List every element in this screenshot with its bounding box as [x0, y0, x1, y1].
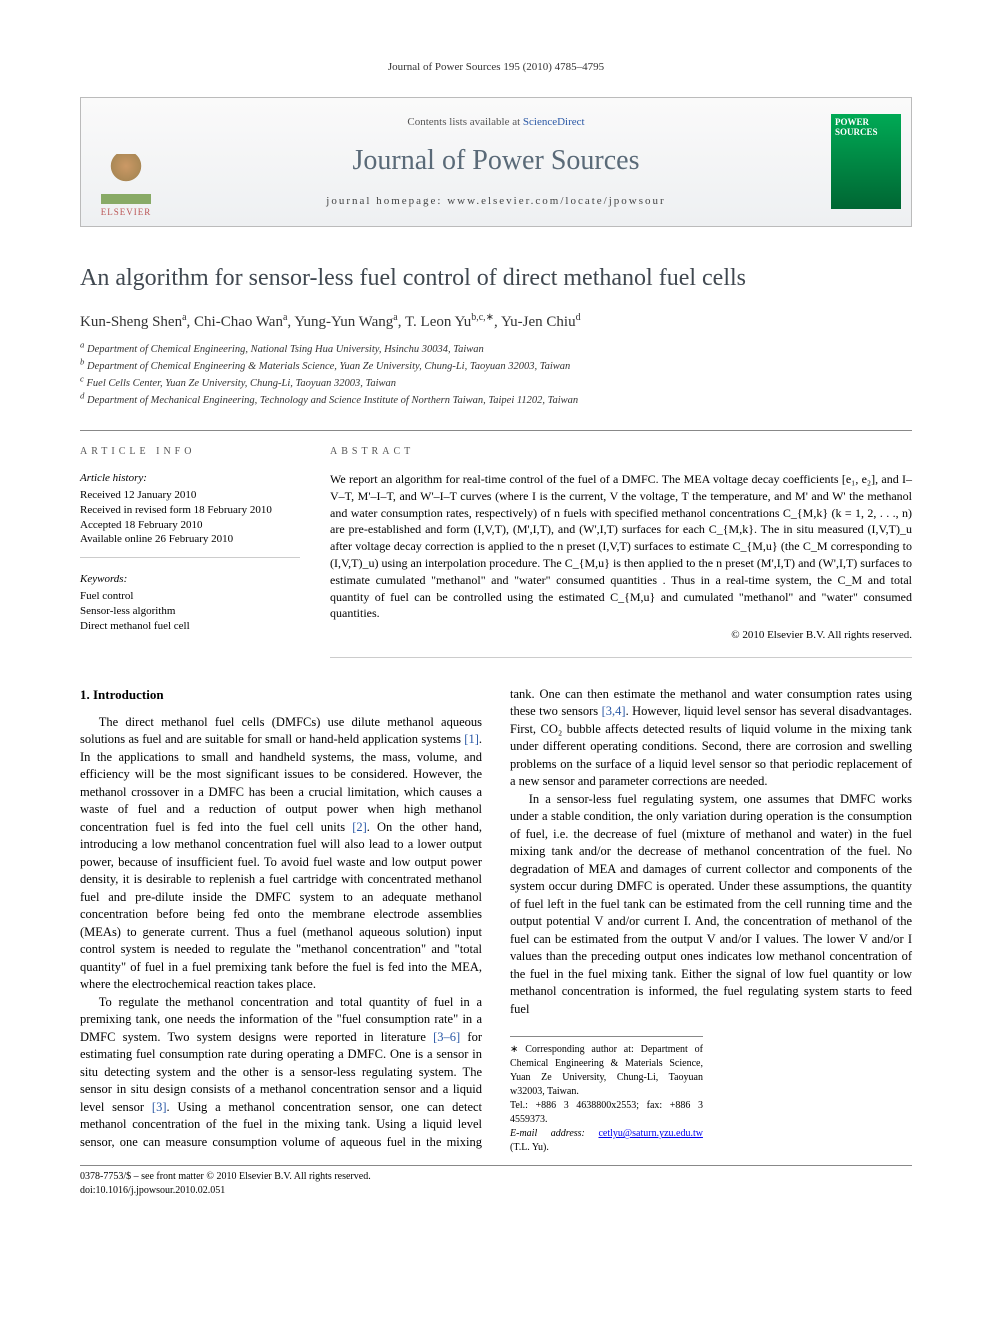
- publisher-logo-area: ELSEVIER: [81, 98, 171, 226]
- journal-name: Journal of Power Sources: [353, 142, 640, 180]
- article-info-heading: ARTICLE INFO: [80, 445, 300, 459]
- keyword-item: Fuel control: [80, 589, 300, 604]
- affiliation-item: c Fuel Cells Center, Yuan Ze University,…: [80, 376, 912, 392]
- journal-homepage-link[interactable]: journal homepage: www.elsevier.com/locat…: [326, 194, 665, 209]
- affiliation-list: a Department of Chemical Engineering, Na…: [80, 342, 912, 408]
- article-title: An algorithm for sensor-less fuel contro…: [80, 262, 912, 294]
- abstract-column: ABSTRACT We report an algorithm for real…: [330, 445, 912, 657]
- contents-available-line: Contents lists available at ScienceDirec…: [407, 115, 584, 130]
- history-line: Accepted 18 February 2010: [80, 518, 300, 533]
- citation-link[interactable]: [1]: [464, 732, 479, 746]
- article-history-block: Article history: Received 12 January 201…: [80, 471, 300, 558]
- journal-cover-thumbnail: POWER SOURCES: [831, 114, 901, 209]
- corr-email-link[interactable]: cetlyu@saturn.yzu.edu.tw: [598, 1128, 702, 1139]
- keyword-item: Direct methanol fuel cell: [80, 619, 300, 634]
- keywords-label: Keywords:: [80, 572, 300, 587]
- intro-paragraph-1: The direct methanol fuel cells (DMFCs) u…: [80, 714, 482, 994]
- body-text-columns: 1. Introduction The direct methanol fuel…: [80, 686, 912, 1156]
- citation-link[interactable]: [3–6]: [433, 1030, 460, 1044]
- article-info-column: ARTICLE INFO Article history: Received 1…: [80, 445, 300, 657]
- elsevier-logo: ELSEVIER: [91, 138, 161, 218]
- history-label: Article history:: [80, 471, 300, 486]
- abstract-body: We report an algorithm for real-time con…: [330, 471, 912, 622]
- contents-prefix: Contents lists available at: [407, 116, 522, 128]
- corr-tel-line: Tel.: +886 3 4638800x2553; fax: +886 3 4…: [510, 1099, 703, 1127]
- journal-banner: ELSEVIER Contents lists available at Sci…: [80, 97, 912, 227]
- doi-line: doi:10.1016/j.jpowsour.2010.02.051: [80, 1184, 912, 1198]
- keywords-block: Keywords: Fuel controlSensor-less algori…: [80, 572, 300, 643]
- sciencedirect-link[interactable]: ScienceDirect: [523, 116, 585, 128]
- citation-link[interactable]: [2]: [352, 820, 367, 834]
- history-line: Available online 26 February 2010: [80, 532, 300, 547]
- abstract-copyright: © 2010 Elsevier B.V. All rights reserved…: [330, 628, 912, 643]
- section-1-heading: 1. Introduction: [80, 686, 482, 704]
- corr-email-line: E-mail address: cetlyu@saturn.yzu.edu.tw…: [510, 1127, 703, 1155]
- page-container: Journal of Power Sources 195 (2010) 4785…: [0, 0, 992, 1238]
- running-header: Journal of Power Sources 195 (2010) 4785…: [80, 60, 912, 75]
- affiliation-item: a Department of Chemical Engineering, Na…: [80, 342, 912, 358]
- intro-paragraph-3: In a sensor-less fuel regulating system,…: [510, 791, 912, 1019]
- author-list: Kun-Sheng Shena, Chi-Chao Wana, Yung-Yun…: [80, 312, 912, 332]
- citation-link[interactable]: [3]: [152, 1100, 167, 1114]
- front-matter-line: 0378-7753/$ – see front matter © 2010 El…: [80, 1170, 912, 1184]
- publisher-name: ELSEVIER: [101, 206, 152, 218]
- affiliation-item: d Department of Mechanical Engineering, …: [80, 393, 912, 409]
- corr-author-line: ∗ Corresponding author at: Department of…: [510, 1043, 703, 1099]
- history-line: Received 12 January 2010: [80, 488, 300, 503]
- cover-title: POWER SOURCES: [835, 118, 897, 138]
- cover-thumb-area: POWER SOURCES: [821, 98, 911, 226]
- history-line: Received in revised form 18 February 201…: [80, 503, 300, 518]
- citation-link[interactable]: [3,4]: [602, 704, 626, 718]
- banner-center: Contents lists available at ScienceDirec…: [171, 98, 821, 226]
- doi-footer: 0378-7753/$ – see front matter © 2010 El…: [80, 1165, 912, 1198]
- email-who: (T.L. Yu).: [510, 1142, 549, 1153]
- keyword-item: Sensor-less algorithm: [80, 604, 300, 619]
- affiliation-item: b Department of Chemical Engineering & M…: [80, 359, 912, 375]
- info-abstract-row: ARTICLE INFO Article history: Received 1…: [80, 430, 912, 657]
- email-label: E-mail address:: [510, 1128, 598, 1139]
- abstract-heading: ABSTRACT: [330, 445, 912, 459]
- elsevier-tree-icon: [101, 154, 151, 204]
- corresponding-author-footnote: ∗ Corresponding author at: Department of…: [510, 1036, 703, 1155]
